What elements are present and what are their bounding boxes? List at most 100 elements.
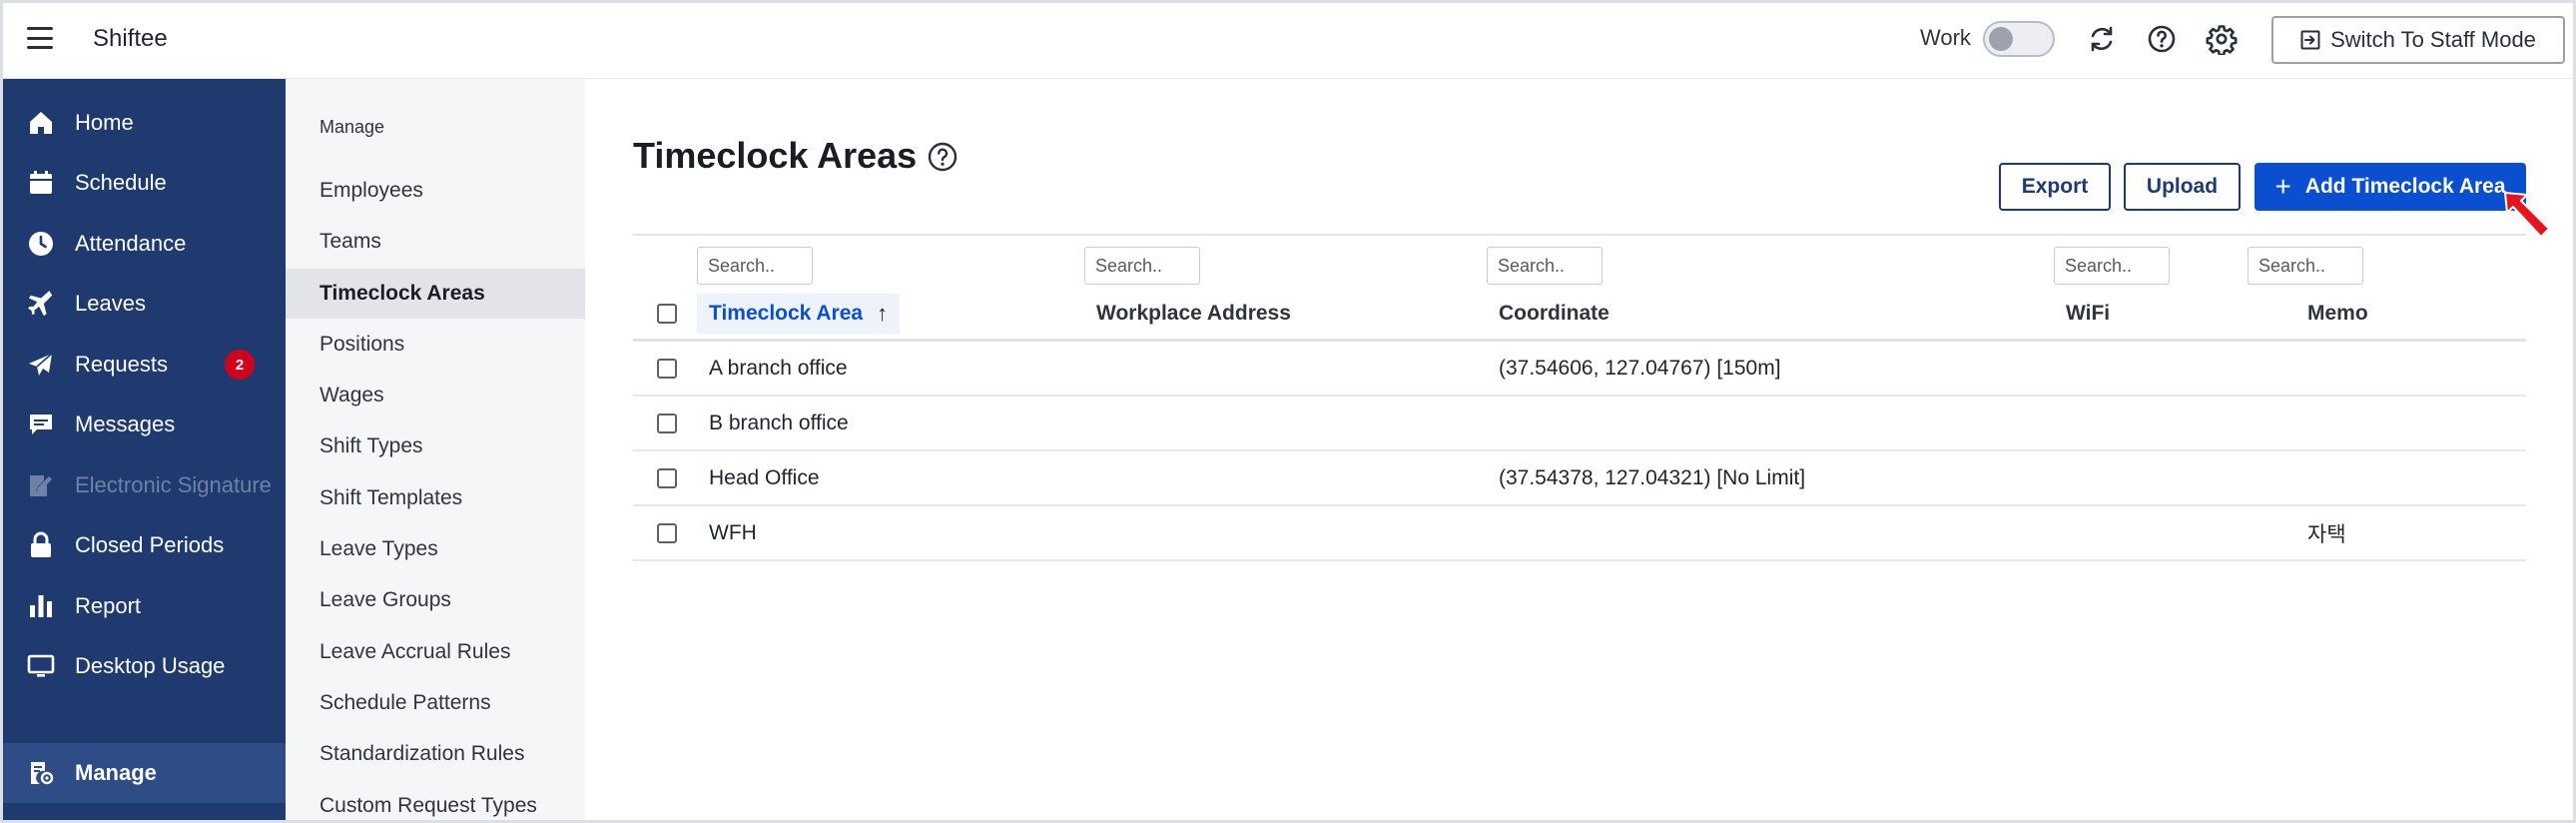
nav-item-schedule[interactable]: Schedule xyxy=(3,154,286,212)
row-checkbox[interactable] xyxy=(657,468,677,488)
brand-name: Shiftee xyxy=(93,25,168,52)
send-icon xyxy=(29,353,53,376)
table-top-border xyxy=(633,234,2526,236)
cell-timeclock-area: Head Office xyxy=(709,465,820,489)
submenu-title: Manage xyxy=(320,117,385,137)
switch-staff-mode-label: Switch To Staff Mode xyxy=(2330,27,2536,52)
enter-icon xyxy=(2300,30,2320,50)
search-input-workplace-address[interactable] xyxy=(1084,247,1200,285)
sort-ascending-icon: ↑ xyxy=(877,301,889,326)
search-input-timeclock-area[interactable] xyxy=(697,247,813,285)
manage-icon xyxy=(31,762,54,785)
nav-item-electronic-signature[interactable]: Electronic Signature xyxy=(3,456,286,514)
nav-item-home[interactable]: Home xyxy=(3,94,286,152)
cell-coordinate: (37.54378, 127.04321) [No Limit] xyxy=(1499,465,1806,489)
home-icon xyxy=(30,112,52,134)
switch-staff-mode-button[interactable]: Switch To Staff Mode xyxy=(2271,16,2565,64)
row-checkbox[interactable] xyxy=(657,359,677,379)
work-label: Work xyxy=(1920,25,1971,50)
nav-item-label: Closed Periods xyxy=(75,532,225,557)
page-title: Timeclock Areas xyxy=(633,135,918,176)
nav-item-label: Electronic Signature xyxy=(75,472,272,497)
help-circle-icon[interactable] xyxy=(927,141,959,173)
toggle-knob xyxy=(1989,27,2013,51)
search-input-coordinate[interactable] xyxy=(1487,247,1603,285)
column-header-wifi[interactable]: WiFi xyxy=(2066,294,2110,334)
nav-item-requests[interactable]: Requests 2 xyxy=(3,336,286,394)
nav-item-desktop-usage[interactable]: Desktop Usage xyxy=(3,637,286,695)
nav-item-label: Home xyxy=(75,110,134,135)
top-bar: Shiftee Work Switch To Staff Mode xyxy=(3,3,2573,79)
monitor-icon xyxy=(27,654,55,677)
requests-badge: 2 xyxy=(225,350,255,380)
submenu-item-leave-accrual-rules[interactable]: Leave Accrual Rules xyxy=(286,627,585,677)
cell-memo: 자택 xyxy=(2307,522,2346,546)
clock-icon xyxy=(29,232,53,256)
app-window: Shiftee Work Switch To Staff Mode Home S… xyxy=(0,0,2576,823)
nav-item-label: Messages xyxy=(75,412,176,436)
nav-item-manage[interactable]: Manage xyxy=(3,743,286,803)
submenu-item-positions[interactable]: Positions xyxy=(286,320,585,370)
main-content: Timeclock Areas Export Upload + Add Time… xyxy=(585,79,2573,820)
search-input-memo[interactable] xyxy=(2248,247,2363,285)
column-header-memo[interactable]: Memo xyxy=(2307,294,2368,334)
manage-submenu: Manage Employees Teams Timeclock Areas P… xyxy=(286,79,585,820)
cell-coordinate: (37.54606, 127.04767) [150m] xyxy=(1499,356,1781,380)
column-header-timeclock-area[interactable]: Timeclock Area ↑ xyxy=(697,294,901,334)
row-checkbox[interactable] xyxy=(657,523,677,543)
bar-chart-icon xyxy=(30,595,52,617)
work-toggle[interactable] xyxy=(1983,21,2055,57)
cell-timeclock-area: WFH xyxy=(709,520,757,544)
submenu-item-shift-types[interactable]: Shift Types xyxy=(286,421,585,471)
submenu-item-schedule-patterns[interactable]: Schedule Patterns xyxy=(286,678,585,728)
nav-item-report[interactable]: Report xyxy=(3,577,286,635)
column-header-coordinate[interactable]: Coordinate xyxy=(1499,294,1610,334)
nav-item-label: Manage xyxy=(75,760,157,785)
nav-item-closed-periods[interactable]: Closed Periods xyxy=(3,516,286,574)
menu-icon[interactable] xyxy=(27,27,53,49)
nav-item-attendance[interactable]: Attendance xyxy=(3,215,286,273)
submenu-item-shift-templates[interactable]: Shift Templates xyxy=(286,473,585,523)
table-row[interactable]: A branch office (37.54606, 127.04767) [1… xyxy=(633,342,2526,397)
pen-icon xyxy=(30,475,52,496)
plane-icon xyxy=(28,291,53,317)
cell-timeclock-area: B branch office xyxy=(709,411,849,434)
submenu-item-timeclock-areas[interactable]: Timeclock Areas xyxy=(286,269,585,319)
help-circle-icon[interactable] xyxy=(2146,23,2178,55)
lock-icon xyxy=(31,531,51,557)
refresh-icon[interactable] xyxy=(2086,23,2118,55)
column-header-workplace-address[interactable]: Workplace Address xyxy=(1096,294,1291,334)
row-checkbox[interactable] xyxy=(657,413,677,433)
nav-item-leaves[interactable]: Leaves xyxy=(3,275,286,333)
table-row[interactable]: Head Office (37.54378, 127.04321) [No Li… xyxy=(633,451,2526,506)
calendar-icon xyxy=(30,171,52,194)
submenu-item-teams[interactable]: Teams xyxy=(286,217,585,267)
table-row[interactable]: WFH 자택 xyxy=(633,506,2526,561)
nav-item-label: Desktop Usage xyxy=(75,653,226,678)
nav-item-messages[interactable]: Messages xyxy=(3,396,286,453)
plus-icon: + xyxy=(2274,171,2291,202)
add-timeclock-area-button[interactable]: + Add Timeclock Area xyxy=(2254,163,2526,211)
submenu-item-leave-types[interactable]: Leave Types xyxy=(286,524,585,574)
column-header-label: Timeclock Area xyxy=(709,302,864,325)
nav-item-label: Report xyxy=(75,593,142,618)
submenu-item-standardization-rules[interactable]: Standardization Rules xyxy=(286,729,585,779)
select-all-checkbox[interactable] xyxy=(657,304,677,324)
table-row[interactable]: B branch office xyxy=(633,397,2526,451)
nav-item-label: Attendance xyxy=(75,231,187,256)
submenu-item-employees[interactable]: Employees xyxy=(286,166,585,216)
add-timeclock-area-label: Add Timeclock Area xyxy=(2304,175,2506,198)
gear-icon[interactable] xyxy=(2206,23,2238,55)
main-sidebar: Home Schedule Attendance Leaves Requests… xyxy=(3,79,286,820)
cell-timeclock-area: A branch office xyxy=(709,356,848,380)
message-icon xyxy=(30,414,52,434)
nav-item-label: Requests xyxy=(75,352,168,377)
upload-button[interactable]: Upload xyxy=(2124,163,2241,211)
nav-item-label: Schedule xyxy=(75,170,167,195)
nav-item-label: Leaves xyxy=(75,291,146,316)
search-input-wifi[interactable] xyxy=(2054,247,2170,285)
submenu-item-custom-request-types[interactable]: Custom Request Types xyxy=(286,781,585,820)
submenu-item-wages[interactable]: Wages xyxy=(286,371,585,420)
submenu-item-leave-groups[interactable]: Leave Groups xyxy=(286,575,585,625)
export-button[interactable]: Export xyxy=(1999,163,2111,211)
